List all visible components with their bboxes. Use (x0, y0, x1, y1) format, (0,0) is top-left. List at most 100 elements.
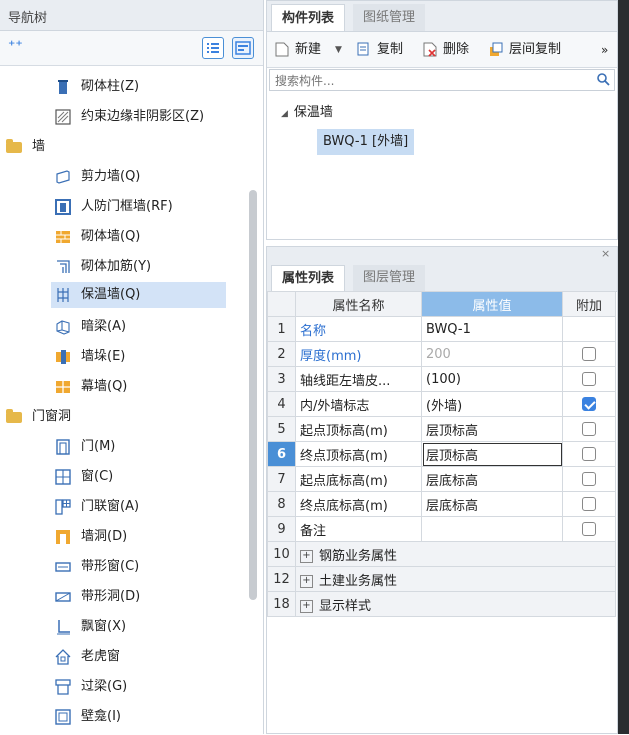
tree-item-constraint-edge[interactable]: 约束边缘非阴影区(Z) (55, 104, 225, 130)
door-icon (55, 439, 71, 455)
extra-checkbox[interactable] (582, 447, 596, 461)
tree-item-insulation-wall[interactable]: 保温墙(Q) (51, 282, 226, 308)
new-button[interactable]: 新建 ▼ (275, 40, 351, 60)
search-icon[interactable] (596, 72, 610, 90)
row-number: 10 (267, 541, 296, 567)
strip-opening-icon (55, 589, 71, 605)
canvas-edge (618, 0, 629, 734)
tree-item-hidden-beam[interactable]: 暗梁(A) (55, 314, 225, 340)
header-property-value[interactable]: 属性值 (421, 291, 563, 317)
tree-folder-wall[interactable]: 墙 (6, 134, 226, 160)
detail-view-icon[interactable] (232, 37, 254, 59)
window-icon (55, 469, 71, 485)
hidden-beam-icon (55, 319, 71, 335)
expand-plus-icon[interactable]: + (300, 549, 313, 563)
copy-icon (357, 42, 371, 57)
tree-item-bay-window[interactable]: 飘窗(X) (55, 614, 225, 640)
tab-drawing-management[interactable]: 图纸管理 (353, 4, 426, 31)
header-property-name[interactable]: 属性名称 (295, 291, 422, 317)
component-item-selected[interactable]: BWQ-1 [外墙] (317, 129, 415, 155)
tree-item-curtain-wall[interactable]: 幕墙(Q) (55, 374, 225, 400)
table-row[interactable]: 2 厚度(mm) 200 (267, 341, 616, 367)
property-name: 厚度(mm) (295, 341, 422, 367)
nav-scrollbar[interactable] (249, 190, 257, 600)
table-row[interactable]: 7 起点底标高(m) 层底标高 (267, 466, 616, 492)
tree-item-label: 门(M) (81, 439, 116, 454)
tree-item-strip-window[interactable]: 带形窗(C) (55, 554, 225, 580)
property-name: 备注 (295, 516, 422, 542)
navigation-panel: 导航树 ⁺⁺ 砌体柱(Z) 约束边缘非阴影区(Z) 墙 剪力墙(Q) 人防门框墙… (0, 0, 264, 734)
folder-icon (6, 409, 22, 423)
wall-pier-icon (55, 349, 71, 365)
property-value[interactable] (421, 516, 563, 542)
property-value-editing[interactable]: 层顶标高 (421, 441, 563, 467)
row-number: 3 (267, 366, 296, 392)
tree-item-shear-wall[interactable]: 剪力墙(Q) (55, 164, 225, 190)
close-icon[interactable]: × (601, 247, 610, 260)
group-row[interactable]: 10 + 钢筋业务属性 (267, 541, 616, 567)
tree-item-masonry-rebar[interactable]: 砌体加筋(Y) (55, 254, 225, 280)
expand-icon[interactable]: ⁺⁺ (8, 38, 23, 54)
property-value[interactable]: (外墙) (421, 391, 563, 417)
group-row[interactable]: 12 + 土建业务属性 (267, 566, 616, 592)
property-value[interactable]: 层顶标高 (421, 416, 563, 442)
tree-item-label: 老虎窗 (81, 649, 121, 664)
tree-item-niche[interactable]: 壁龛(I) (55, 704, 225, 730)
collapse-arrow-icon[interactable]: ◢ (281, 109, 288, 119)
extra-checkbox[interactable] (582, 522, 596, 536)
property-value[interactable]: 200 (421, 341, 563, 367)
tab-property-list[interactable]: 属性列表 (271, 265, 346, 291)
tree-item-strip-opening[interactable]: 带形洞(D) (55, 584, 225, 610)
table-row[interactable]: 4 内/外墙标志 (外墙) (267, 391, 616, 417)
expand-plus-icon[interactable]: + (300, 599, 313, 613)
tab-component-list[interactable]: 构件列表 (271, 4, 346, 31)
component-tree-root[interactable]: ◢ 保温墙 (281, 101, 333, 120)
table-row-current[interactable]: 6 终点顶标高(m) 层顶标高 (267, 441, 616, 467)
table-row[interactable]: 8 终点底标高(m) 层底标高 (267, 491, 616, 517)
tree-item-door[interactable]: 门(M) (55, 434, 225, 460)
table-row[interactable]: 1 名称 BWQ-1 (267, 316, 616, 342)
row-number: 6 (267, 441, 296, 467)
search-input[interactable] (273, 71, 577, 91)
dormer-icon (55, 649, 71, 665)
tree-item-wall-pier[interactable]: 墙垛(E) (55, 344, 225, 370)
header-extra[interactable]: 附加 (562, 291, 616, 317)
tree-item-lintel[interactable]: 过梁(G) (55, 674, 225, 700)
extra-checkbox-checked[interactable] (582, 397, 596, 411)
group-row[interactable]: 18 + 显示样式 (267, 591, 616, 617)
tree-item-masonry-column[interactable]: 砌体柱(Z) (55, 74, 225, 100)
table-row[interactable]: 5 起点顶标高(m) 层顶标高 (267, 416, 616, 442)
property-value[interactable]: (100) (421, 366, 563, 392)
extra-checkbox[interactable] (582, 472, 596, 486)
tree-item-label: 门联窗(A) (81, 499, 140, 514)
tree-item-window[interactable]: 窗(C) (55, 464, 225, 490)
property-value[interactable]: 层底标高 (421, 491, 563, 517)
property-value[interactable]: BWQ-1 (421, 316, 563, 342)
tree-item-masonry-wall[interactable]: 砌体墙(Q) (55, 224, 225, 250)
extra-checkbox[interactable] (582, 497, 596, 511)
tree-folder-openings[interactable]: 门窗洞 (6, 404, 226, 430)
extra-checkbox[interactable] (582, 347, 596, 361)
tab-layer-management[interactable]: 图层管理 (353, 265, 426, 291)
table-row[interactable]: 9 备注 (267, 516, 616, 542)
civil-defense-wall-icon (55, 199, 71, 215)
tree-item-civil-defense-wall[interactable]: 人防门框墙(RF) (55, 194, 225, 220)
extra-cell (562, 441, 616, 467)
tree-item-label: 砌体柱(Z) (81, 79, 140, 94)
more-button[interactable]: » (601, 40, 608, 60)
tree-item-label: 墙垛(E) (81, 349, 126, 364)
tree-item-door-window[interactable]: 门联窗(A) (55, 494, 225, 520)
property-value[interactable]: 层底标高 (421, 466, 563, 492)
tree-item-wall-opening[interactable]: 墙洞(D) (55, 524, 225, 550)
extra-checkbox[interactable] (582, 422, 596, 436)
folder-icon (6, 139, 22, 153)
masonry-rebar-icon (55, 259, 71, 275)
strip-window-icon (55, 559, 71, 575)
expand-plus-icon[interactable]: + (300, 574, 313, 588)
table-row[interactable]: 3 轴线距左墙皮... (100) (267, 366, 616, 392)
extra-checkbox[interactable] (582, 372, 596, 386)
wall-opening-icon (55, 529, 71, 545)
new-icon (275, 42, 289, 57)
tree-item-dormer[interactable]: 老虎窗 (55, 644, 225, 670)
list-view-icon[interactable] (202, 37, 224, 59)
